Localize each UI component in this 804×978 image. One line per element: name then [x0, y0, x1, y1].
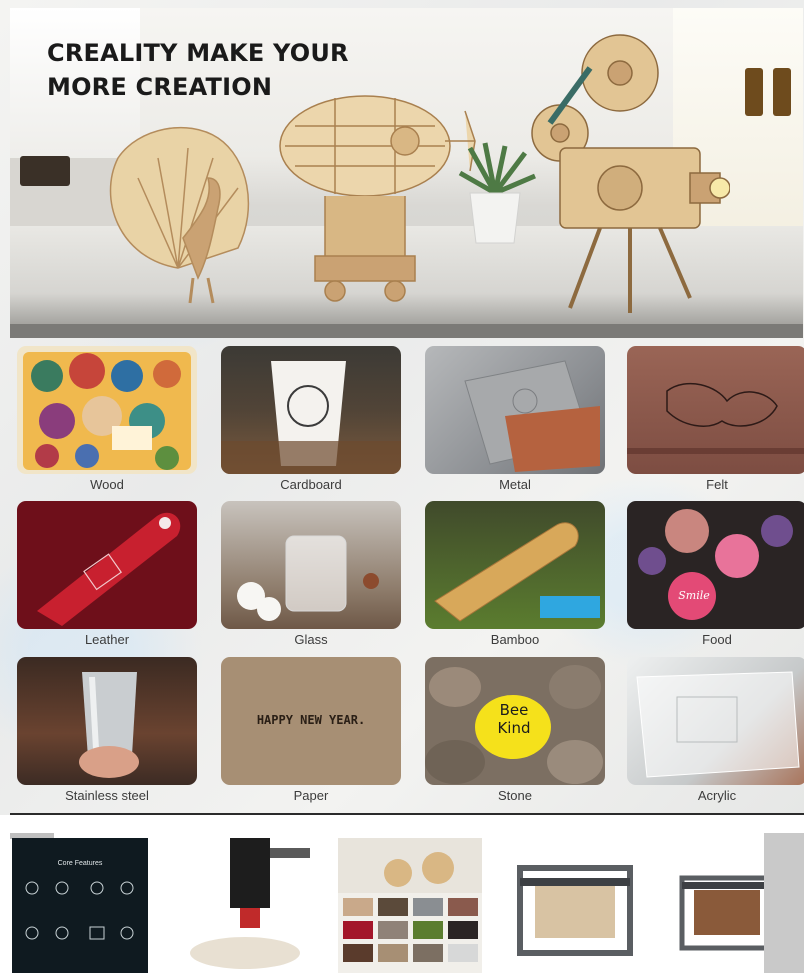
- wooden-peacock-model: [109, 126, 250, 304]
- stone-image: Bee Kind: [425, 657, 605, 785]
- herb-jar: [745, 68, 763, 116]
- material-label: Paper: [293, 788, 329, 803]
- material-card-leather[interactable]: Leather: [17, 501, 197, 653]
- macarons: [638, 509, 793, 620]
- herb-jar: [773, 68, 791, 116]
- material-label: Stainless steel: [65, 788, 149, 803]
- section-divider: [10, 813, 804, 815]
- material-card-wood[interactable]: Wood: [17, 346, 197, 498]
- material-label: Food: [702, 632, 732, 647]
- wood-image: [17, 346, 197, 474]
- acrylic-image: [627, 657, 804, 785]
- material-label: Felt: [706, 477, 728, 492]
- material-label: Cardboard: [280, 477, 342, 492]
- material-label: Leather: [84, 632, 130, 647]
- metal-image: [425, 346, 605, 474]
- stone-engraving-text: Bee Kind: [497, 701, 531, 737]
- thumbnail-material-collage[interactable]: [338, 838, 482, 973]
- felt-image: [627, 346, 804, 474]
- engraver-frame-image: [517, 865, 633, 956]
- acrylic-sheet: [636, 671, 800, 778]
- hero-banner: CREALITY MAKE YOUR MORE CREATION: [10, 8, 803, 338]
- paper-engraving-text: HAPPY NEW YEAR.: [256, 713, 366, 727]
- thumbnail-engraver-frame[interactable]: [510, 838, 640, 973]
- steel-cup: [79, 672, 139, 778]
- material-card-cardboard[interactable]: Cardboard: [221, 346, 401, 498]
- thumbnail-engraver-photo[interactable]: [672, 838, 775, 973]
- thumbnail-strip: Core Features: [0, 818, 804, 973]
- engraver-photo-image: [679, 875, 775, 951]
- material-label: Stone: [498, 788, 532, 803]
- material-label: Glass: [294, 632, 328, 647]
- food-engraving-text: Smile: [678, 589, 710, 602]
- leather-image: [17, 501, 197, 629]
- material-card-stone[interactable]: Bee Kind Stone: [425, 657, 605, 809]
- features-icons: [25, 881, 134, 940]
- material-card-glass[interactable]: Glass: [221, 501, 401, 653]
- cardboard-image: [221, 346, 401, 474]
- metal-card-case: [464, 360, 600, 472]
- glass-jar-cotton: [237, 535, 379, 621]
- laser-module-image: [190, 838, 310, 969]
- material-label: Bamboo: [490, 632, 540, 647]
- wooden-projector-model: [531, 34, 730, 313]
- countertop-edge: [10, 324, 803, 338]
- material-label: Wood: [90, 477, 124, 492]
- material-card-bamboo[interactable]: Bamboo: [425, 501, 605, 653]
- material-card-paper[interactable]: HAPPY NEW YEAR. Paper: [221, 657, 401, 809]
- thumbnail-laser-module[interactable]: [180, 838, 316, 973]
- scroll-right-handle[interactable]: [764, 833, 804, 973]
- thumbnail-core-features[interactable]: Core Features: [12, 838, 148, 973]
- material-card-stainless-steel[interactable]: Stainless steel: [17, 657, 197, 809]
- material-label: Metal: [499, 477, 531, 492]
- glass-image: [221, 501, 401, 629]
- material-label: Acrylic: [697, 788, 737, 803]
- bamboo-toothbrush-case: [434, 522, 600, 622]
- felt-engraving: [627, 382, 804, 454]
- food-image: Smile: [627, 501, 804, 629]
- stainless-steel-image: [17, 657, 197, 785]
- leather-case: [37, 512, 181, 626]
- kitchen-appliance: [20, 156, 70, 186]
- illustration-art: [23, 352, 191, 470]
- material-card-food[interactable]: Smile Food: [627, 501, 804, 653]
- bamboo-image: [425, 501, 605, 629]
- paper-cup: [221, 361, 401, 474]
- material-card-acrylic[interactable]: Acrylic: [627, 657, 804, 809]
- material-card-metal[interactable]: Metal: [425, 346, 605, 498]
- collage-preview: [338, 838, 482, 962]
- paper-image: HAPPY NEW YEAR.: [221, 657, 401, 785]
- material-card-felt[interactable]: Felt: [627, 346, 804, 498]
